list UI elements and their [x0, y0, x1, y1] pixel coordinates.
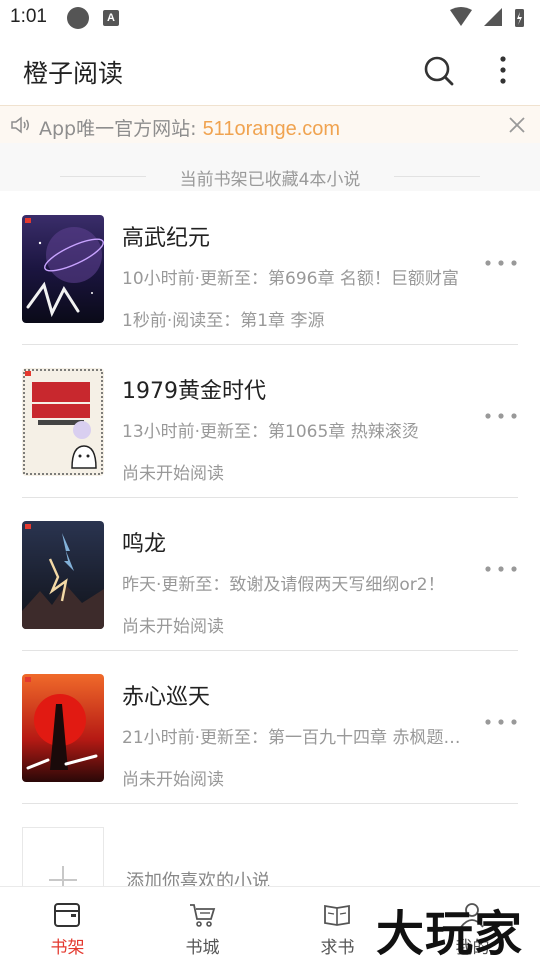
- book-item[interactable]: 鸣龙 昨天·更新至：致谢及请假两天写细纲or2！ 尚未开始阅读: [0, 498, 540, 651]
- shelf-count-text: 当前书架已收藏4本小说: [179, 170, 361, 190]
- divider-line: [394, 176, 480, 177]
- tab-label: 书城: [185, 938, 220, 958]
- book-title[interactable]: 赤心巡天: [122, 679, 210, 711]
- book-update: 昨天·更新至：致谢及请假两天写细纲or2！: [122, 575, 445, 595]
- book-item[interactable]: 1979黄金时代 13小时前·更新至：第1065章 热辣滚烫 尚未开始阅读: [0, 345, 540, 498]
- more-horizontal-icon[interactable]: [484, 562, 518, 576]
- tab-bookshelf[interactable]: 书架: [0, 887, 135, 961]
- notice-bar: App唯一官方网站: 511orange.com: [0, 105, 540, 144]
- book-read-progress: 尚未开始阅读: [122, 464, 224, 484]
- tab-label: 书架: [50, 938, 85, 958]
- more-vertical-icon[interactable]: [488, 54, 518, 88]
- book-title[interactable]: 鸣龙: [122, 526, 166, 558]
- book-update: 10小时前·更新至：第696章 名额！巨额财富: [122, 269, 459, 289]
- book-update: 13小时前·更新至：第1065章 热辣滚烫: [122, 422, 419, 442]
- status-time: 1:01: [10, 6, 47, 27]
- status-bar: 1:01 A: [0, 0, 540, 36]
- book-cover[interactable]: [22, 215, 104, 323]
- notice-link[interactable]: 511orange.com: [203, 118, 341, 140]
- book-title[interactable]: 高武纪元: [122, 220, 210, 252]
- more-horizontal-icon[interactable]: [484, 256, 518, 270]
- book-item[interactable]: 高武纪元 10小时前·更新至：第696章 名额！巨额财富 1秒前·阅读至：第1章…: [0, 192, 540, 345]
- watermark-logo: 大玩家: [376, 906, 524, 962]
- book-read-progress: 尚未开始阅读: [122, 770, 224, 790]
- tab-bookstore[interactable]: 书城: [135, 887, 270, 961]
- more-horizontal-icon[interactable]: [484, 409, 518, 423]
- book-title[interactable]: 1979黄金时代: [122, 373, 266, 405]
- cart-icon: [190, 904, 216, 927]
- signal-battery-icon: [450, 7, 524, 27]
- book-item[interactable]: 赤心巡天 21小时前·更新至：第一百九十四章 赤枫题… 尚未开始阅读: [0, 651, 540, 804]
- speaker-icon: [11, 116, 29, 134]
- search-icon[interactable]: [422, 54, 456, 88]
- notice-label: App唯一官方网站:: [39, 118, 203, 140]
- book-read-progress: 尚未开始阅读: [122, 617, 224, 637]
- notice-text: App唯一官方网站: 511orange.com: [39, 114, 340, 141]
- open-book-icon: [324, 904, 350, 926]
- book-cover[interactable]: [22, 521, 104, 629]
- book-cover[interactable]: [22, 368, 104, 476]
- app-title: 橙子阅读: [23, 59, 124, 88]
- more-horizontal-icon[interactable]: [484, 715, 518, 729]
- shelf-count-bar: 当前书架已收藏4本小说: [0, 143, 540, 191]
- app-bar: 橙子阅读: [0, 36, 540, 104]
- row-divider: [22, 803, 518, 804]
- add-book-item[interactable]: 添加你喜欢的小说: [0, 805, 540, 909]
- book-cover[interactable]: [22, 674, 104, 782]
- bookshelf-icon: [54, 903, 80, 927]
- book-update: 21小时前·更新至：第一百九十四章 赤枫题…: [122, 728, 461, 748]
- notification-dot-icon: [67, 7, 89, 29]
- book-read-progress: 1秒前·阅读至：第1章 李源: [122, 311, 325, 331]
- close-icon[interactable]: [506, 114, 528, 136]
- a-icon: A: [103, 10, 119, 26]
